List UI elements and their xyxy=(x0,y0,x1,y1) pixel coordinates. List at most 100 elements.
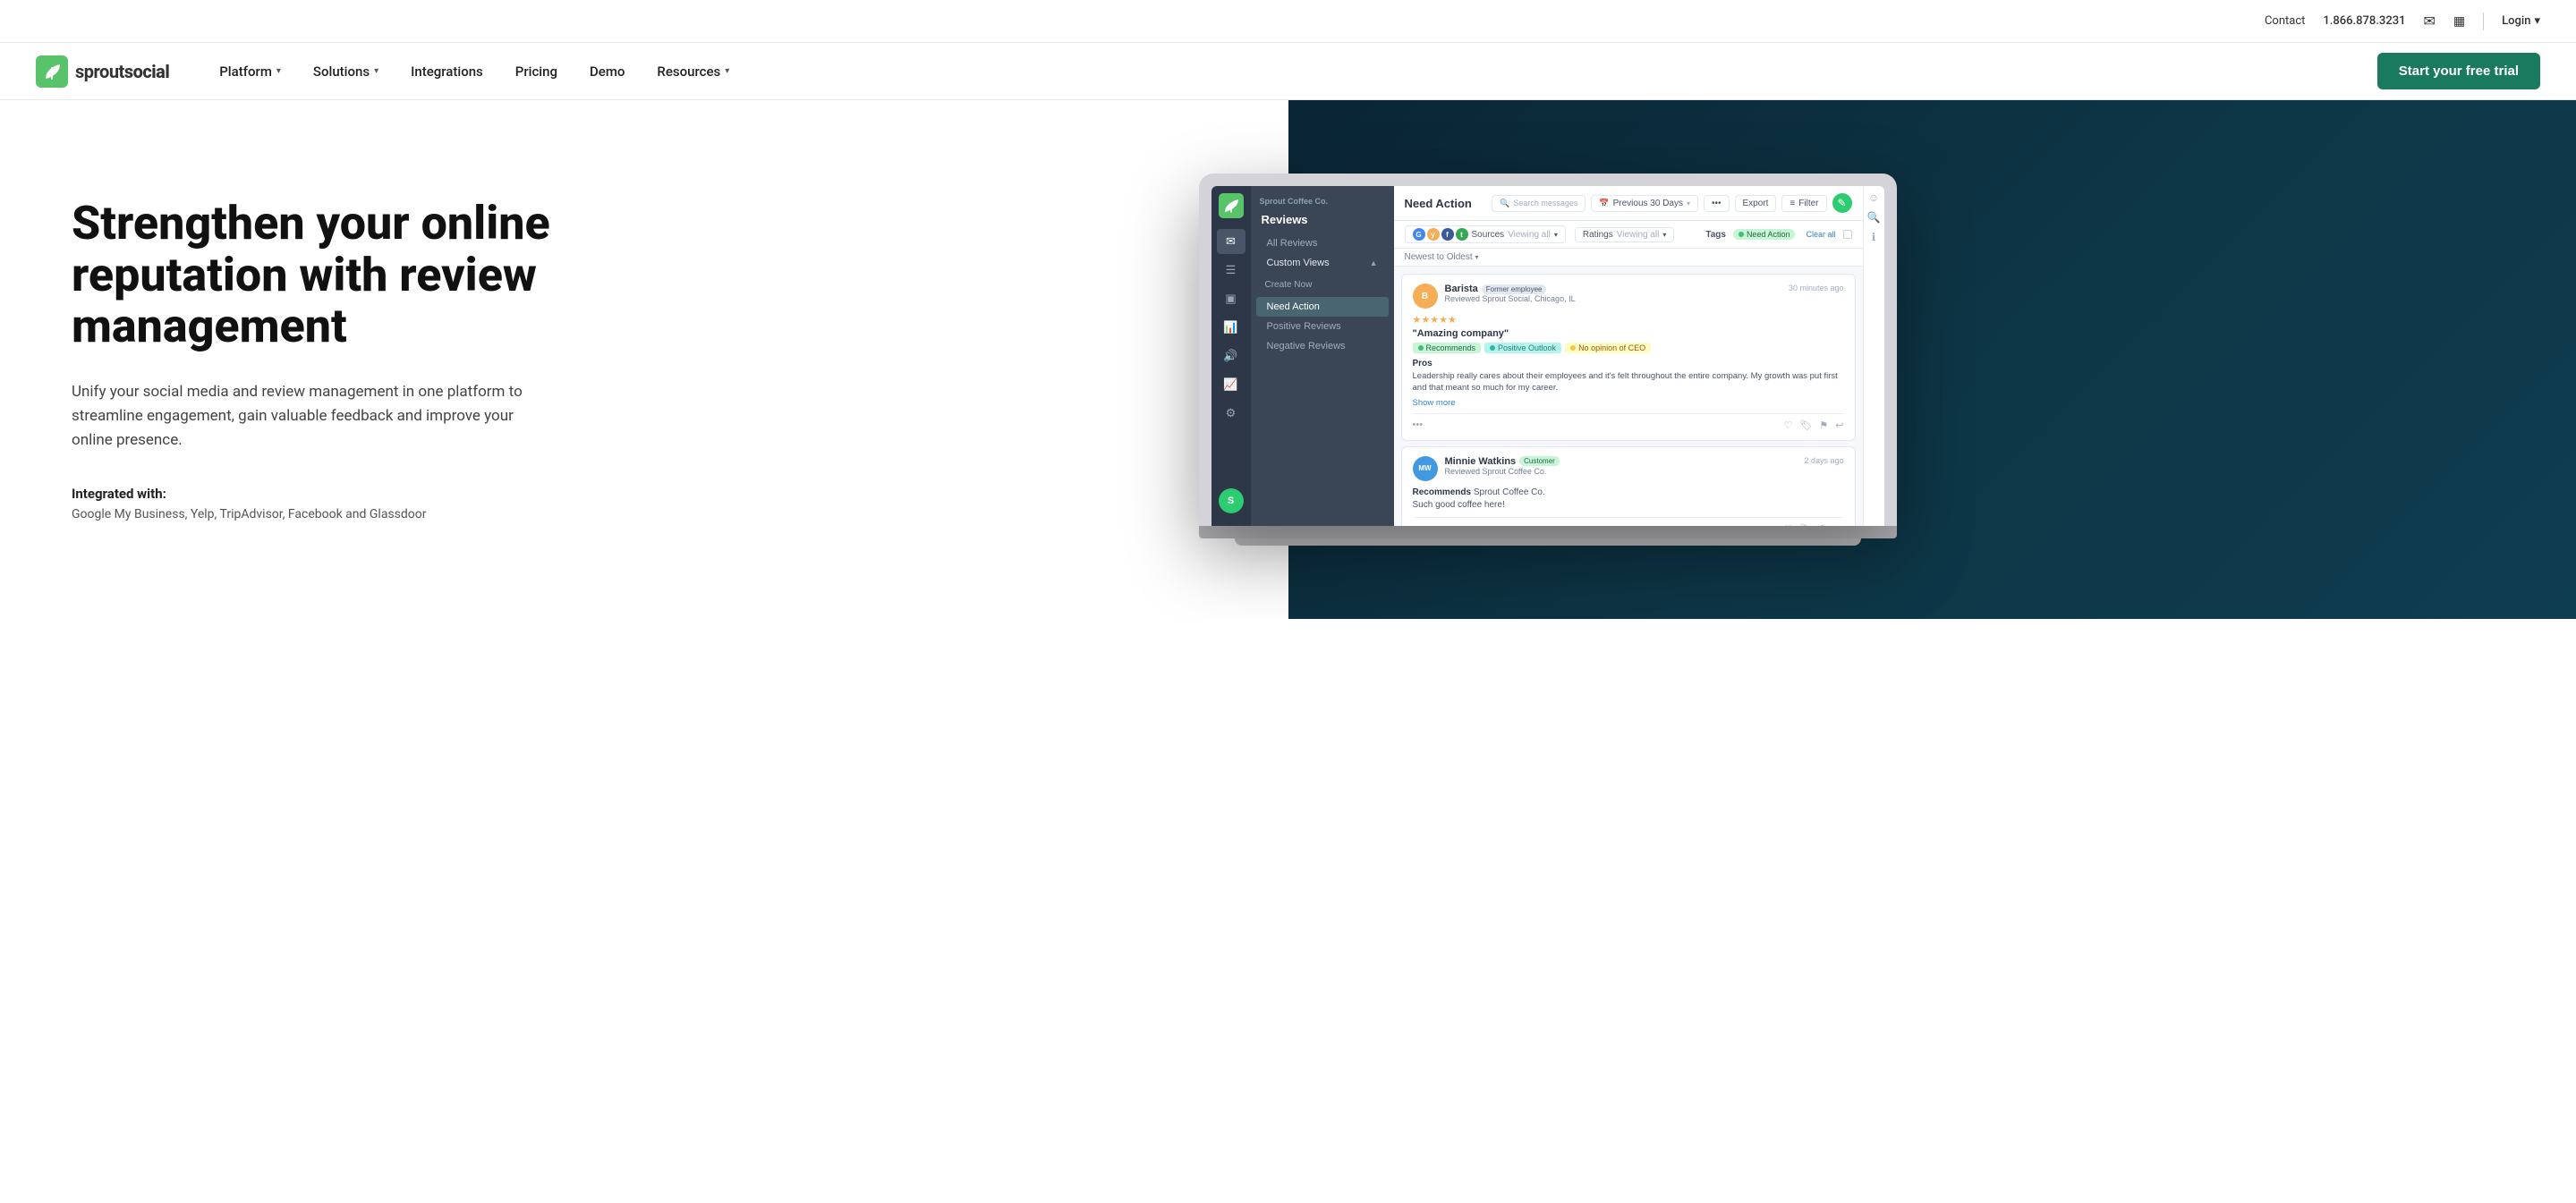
app-custom-views-toggle[interactable]: Custom Views ▲ xyxy=(1256,253,1389,273)
divider xyxy=(2483,13,2484,30)
review-badge-2: Customer xyxy=(1519,456,1560,466)
app-date-filter[interactable]: 📅 Previous 30 Days ▾ xyxy=(1591,195,1698,212)
sidebar-icon-analytics[interactable]: 📈 xyxy=(1217,372,1245,397)
app-logo-icon xyxy=(1219,193,1244,218)
review-section-label-1: Pros xyxy=(1413,359,1844,369)
ratings-filter[interactable]: Ratings Viewing all ▾ xyxy=(1575,227,1675,242)
login-label: Login xyxy=(2502,14,2530,28)
app-main-content: Need Action 🔍 Search messages 📅 Previous… xyxy=(1394,186,1863,526)
sort-row: Newest to Oldest ▾ xyxy=(1394,249,1863,267)
phone-number: 1.866.878.3231 xyxy=(2323,14,2405,28)
app-nav-all-reviews[interactable]: All Reviews xyxy=(1256,233,1389,253)
sidebar-icon-settings[interactable]: ⚙ xyxy=(1217,401,1245,426)
action-dots-1[interactable]: ••• xyxy=(1413,419,1424,430)
right-icon-info[interactable]: ℹ xyxy=(1872,231,1876,243)
start-trial-button[interactable]: Start your free trial xyxy=(2377,53,2540,89)
nav-item-platform[interactable]: Platform ▾ xyxy=(205,56,295,87)
login-chevron: ▾ xyxy=(2534,14,2540,28)
sidebar-icon-listen[interactable]: 🔊 xyxy=(1217,343,1245,369)
show-more-1[interactable]: Show more xyxy=(1413,398,1844,408)
review-source-2: Reviewed Sprout Coffee Co. xyxy=(1445,467,1798,476)
app-nav-need-action[interactable]: Need Action xyxy=(1256,297,1389,317)
app-right-icons: ☺ 🔍 ℹ xyxy=(1863,186,1884,526)
search-icon: 🔍 xyxy=(1500,199,1509,208)
review-card-2: MW Minnie Watkins Customer Reviewed Spro… xyxy=(1401,446,1856,526)
action-reply-1[interactable]: ↩ xyxy=(1835,419,1843,431)
sidebar-avatar[interactable]: S xyxy=(1219,488,1244,513)
need-action-tag: Need Action xyxy=(1733,229,1796,240)
action-dots-2[interactable]: ••• xyxy=(1413,523,1424,526)
logo-link[interactable]: sproutsocial xyxy=(36,55,169,88)
sidebar-icon-feed[interactable]: ☰ xyxy=(1217,258,1245,283)
review-time-2: 2 days ago xyxy=(1804,456,1843,465)
action-heart-2[interactable]: ♡ xyxy=(1784,523,1793,526)
review-card-1: B Barista Former employee Reviewed Sprou… xyxy=(1401,274,1856,441)
contact-link[interactable]: Contact xyxy=(2265,14,2305,28)
sources-chevron: ▾ xyxy=(1554,231,1558,239)
review-avatar-2: MW xyxy=(1413,456,1438,481)
nav-item-solutions[interactable]: Solutions ▾ xyxy=(299,56,393,87)
sidebar-icon-inbox[interactable]: ✉ xyxy=(1217,229,1245,254)
export-btn[interactable]: Export xyxy=(1735,195,1777,212)
sidebar-icon-publish[interactable]: ▣ xyxy=(1217,286,1245,311)
tags-section: Tags Need Action Clear all xyxy=(1705,229,1851,240)
review-actions-1: ••• ♡ 🏷 ⚑ ↩ xyxy=(1413,413,1844,431)
clear-all-link[interactable]: Clear all xyxy=(1806,230,1835,239)
calendar-icon[interactable]: ▦ xyxy=(2453,14,2465,29)
review-badge-1: Former employee xyxy=(1482,284,1547,294)
laptop-body: ✉ ☰ ▣ 📊 🔊 📈 ⚙ S xyxy=(1199,174,1897,526)
filter-btn[interactable]: ≡ Filter xyxy=(1781,195,1826,212)
review-time-1: 30 minutes ago xyxy=(1789,284,1844,292)
right-icon-search[interactable]: 🔍 xyxy=(1867,211,1881,224)
review-title-1: "Amazing company" xyxy=(1413,328,1844,339)
action-flag-2[interactable]: ⚑ xyxy=(1819,523,1828,526)
yelp-icon: y xyxy=(1427,228,1440,241)
app-search-box[interactable]: 🔍 Search messages xyxy=(1492,195,1586,212)
right-icon-smile[interactable]: ☺ xyxy=(1868,191,1879,204)
calendar-small-icon: 📅 xyxy=(1599,199,1609,208)
select-checkbox[interactable] xyxy=(1843,230,1852,239)
platform-chevron: ▾ xyxy=(276,66,281,76)
tag-positive-outlook: Positive Outlook xyxy=(1484,343,1561,353)
app-ui: ✉ ☰ ▣ 📊 🔊 📈 ⚙ S xyxy=(1211,186,1884,526)
action-tag-2[interactable]: 🏷 xyxy=(1799,523,1812,526)
review-header-1: B Barista Former employee Reviewed Sprou… xyxy=(1413,284,1844,309)
action-reply-2[interactable]: ↩ xyxy=(1835,523,1843,526)
nav-item-resources[interactable]: Resources ▾ xyxy=(642,56,744,87)
laptop-mockup: ✉ ☰ ▣ 📊 🔊 📈 ⚙ S xyxy=(1199,174,1897,546)
sprout-logo-icon xyxy=(36,55,68,88)
top-bar: Contact 1.866.878.3231 ✉ ▦ Login ▾ xyxy=(0,0,2576,43)
nav-item-demo[interactable]: Demo xyxy=(575,56,639,87)
action-heart-1[interactable]: ♡ xyxy=(1784,419,1793,431)
action-flag-1[interactable]: ⚑ xyxy=(1819,419,1828,431)
date-filter-label: Previous 30 Days xyxy=(1613,199,1683,208)
review-actions-2: ••• ♡ 🏷 ⚑ ↩ xyxy=(1413,517,1844,526)
mail-icon[interactable]: ✉ xyxy=(2424,13,2436,30)
compose-btn[interactable]: ✎ xyxy=(1832,193,1852,213)
app-section-label: Reviews xyxy=(1251,211,1394,233)
hero-title: Strengthen your online reputation with r… xyxy=(72,198,573,352)
nav-item-pricing[interactable]: Pricing xyxy=(501,56,572,87)
filter-icon: ≡ xyxy=(1790,199,1795,208)
more-options-btn[interactable]: ••• xyxy=(1704,195,1730,212)
create-now-btn[interactable]: Create Now xyxy=(1256,276,1389,293)
sources-filter[interactable]: G y f t Sources Viewing all ▾ xyxy=(1405,225,1566,243)
laptop-screen: ✉ ☰ ▣ 📊 🔊 📈 ⚙ S xyxy=(1211,186,1884,526)
review-stars-1: ★★★★★ xyxy=(1413,314,1844,326)
nav-items: Platform ▾ Solutions ▾ Integrations Pric… xyxy=(205,56,2377,87)
app-nav-positive-reviews[interactable]: Positive Reviews xyxy=(1256,317,1389,336)
nav-item-integrations[interactable]: Integrations xyxy=(396,56,497,87)
login-button[interactable]: Login ▾ xyxy=(2502,14,2540,28)
sidebar-icon-reports[interactable]: 📊 xyxy=(1217,315,1245,340)
laptop-foot xyxy=(1235,538,1861,546)
review-body-2: Recommends Sprout Coffee Co. Such good c… xyxy=(1413,487,1844,512)
resources-chevron: ▾ xyxy=(725,66,729,76)
app-nav-negative-reviews[interactable]: Negative Reviews xyxy=(1256,336,1389,356)
laptop-base xyxy=(1199,526,1897,538)
ratings-chevron: ▾ xyxy=(1662,231,1666,239)
integrated-label: Integrated with: xyxy=(72,486,1235,502)
hero-section: Strengthen your online reputation with r… xyxy=(0,100,2576,619)
action-tag-1[interactable]: 🏷 xyxy=(1799,419,1812,431)
ratings-label: Ratings xyxy=(1583,230,1613,240)
sort-label[interactable]: Newest to Oldest ▾ xyxy=(1405,252,1479,262)
